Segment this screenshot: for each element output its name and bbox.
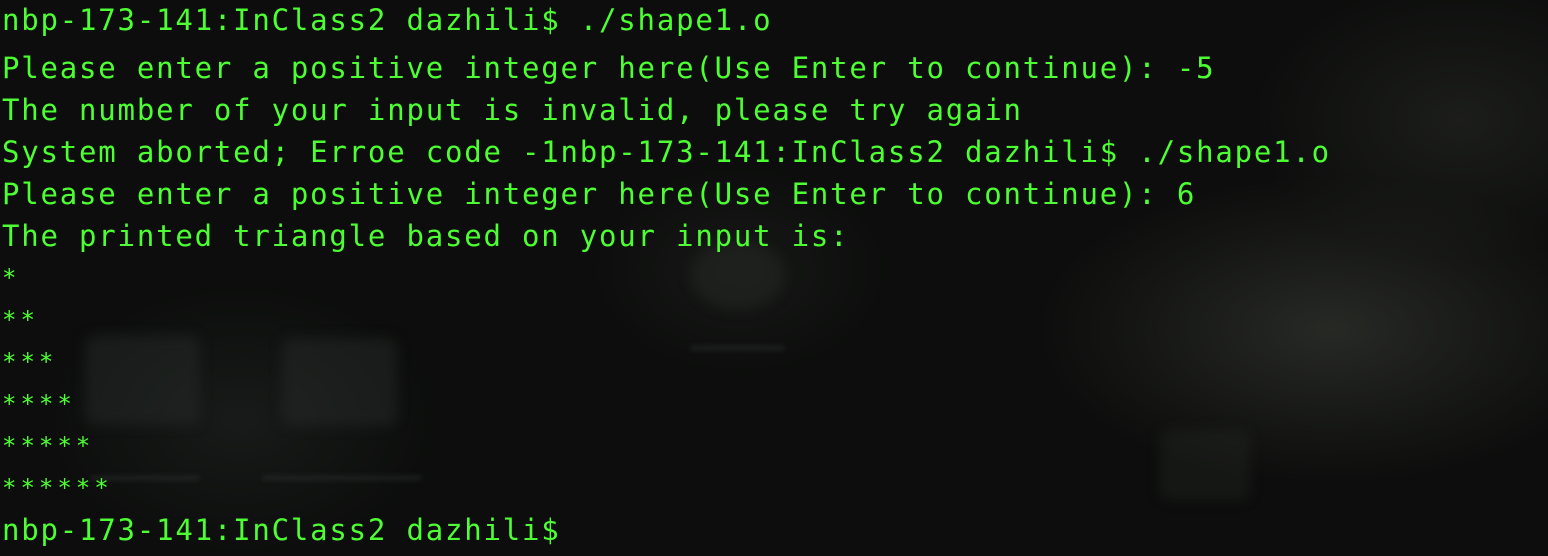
triangle-row: ***** — [2, 432, 95, 460]
triangle-row: **** — [2, 390, 76, 418]
command-line: System aborted; Erroe code -1nbp-173-141… — [2, 135, 1331, 169]
triangle-row: * — [2, 264, 21, 292]
prompt-output-line: Please enter a positive integer here(Use… — [2, 51, 1216, 85]
prompt-output-line: Please enter a positive integer here(Use… — [2, 177, 1197, 211]
command-line: nbp-173-141:InClass2 dazhili$ ./shape1.o — [2, 3, 773, 37]
terminal-output[interactable]: nbp-173-141:InClass2 dazhili$ ./shape1.o… — [2, 0, 1542, 556]
triangle-row: ** — [2, 306, 39, 334]
shell-prompt[interactable]: nbp-173-141:InClass2 dazhili$ — [2, 510, 561, 550]
error-output-line: The number of your input is invalid, ple… — [2, 93, 1023, 127]
triangle-row: *** — [2, 348, 58, 376]
terminal-window[interactable]: nbp-173-141:InClass2 dazhili$ ./shape1.o… — [0, 0, 1548, 556]
triangle-row: ****** — [2, 474, 113, 502]
result-output-line: The printed triangle based on your input… — [2, 219, 850, 253]
